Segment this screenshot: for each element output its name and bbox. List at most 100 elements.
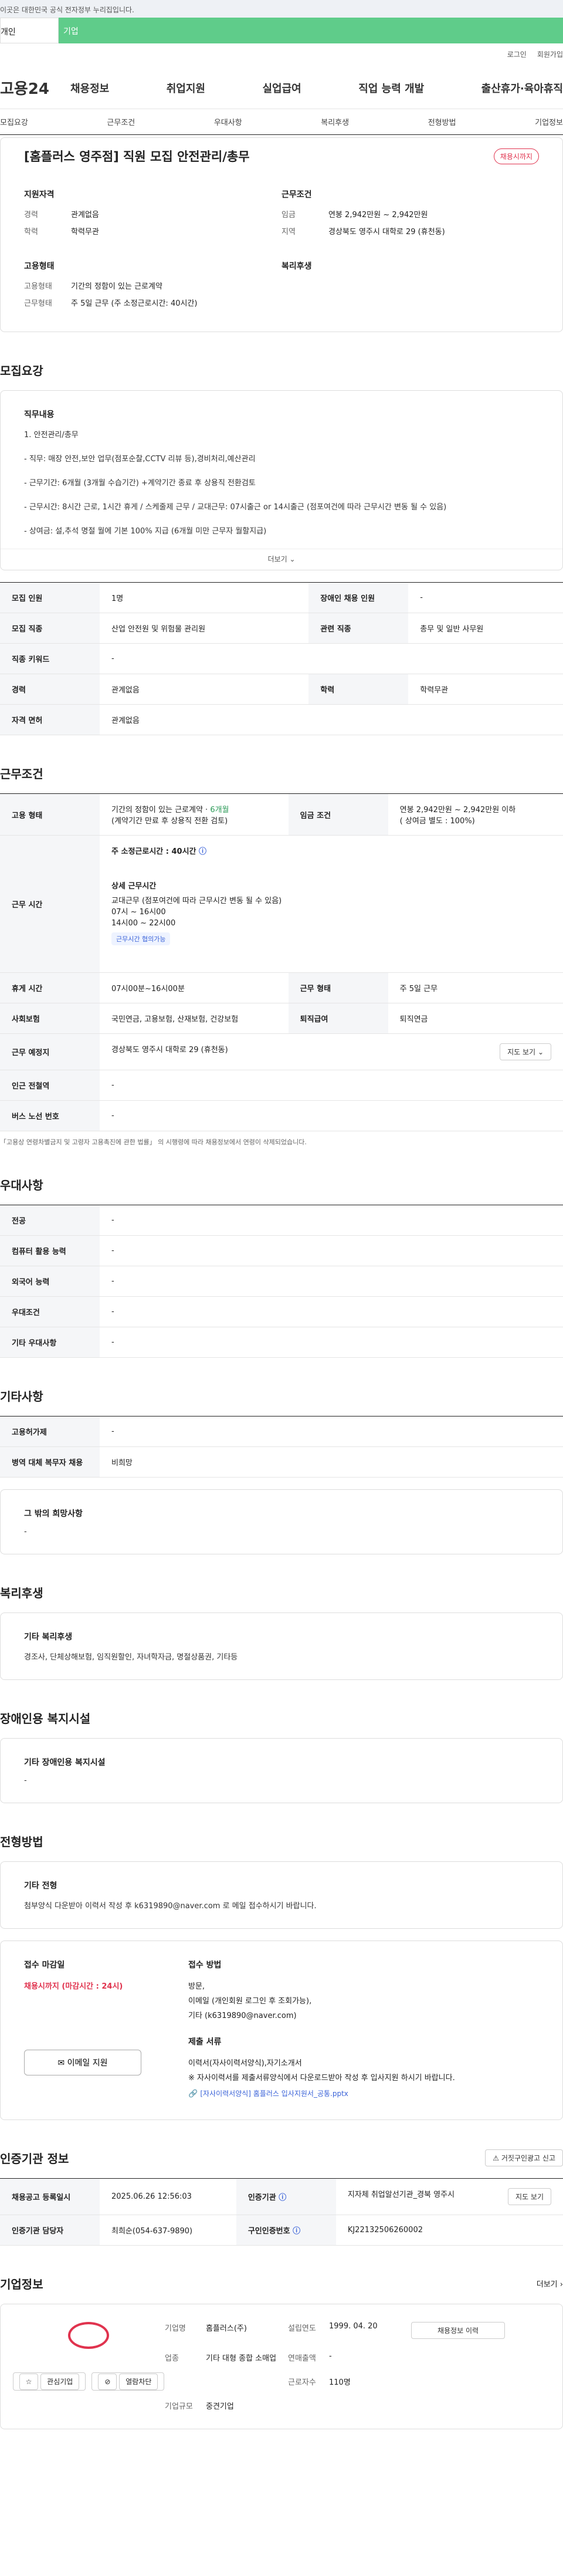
block-label: 열람차단 [119, 2374, 158, 2390]
tab-company[interactable]: 기업 [59, 18, 563, 43]
qualification-summary: 지원자격 경력 관계없음 학력 학력무관 [24, 188, 282, 242]
gnb-item[interactable]: 출산휴가·육아휴직 [481, 80, 563, 96]
row-value: 연봉 2,942만원 ~ 2,942만원 이하 ( 상여금 별도 : 100%) [388, 793, 563, 836]
wish-box: 그 밖의 희망사항 - [0, 1489, 563, 1554]
box-title: 제출 서류 [188, 2037, 222, 2047]
anchor-item[interactable]: 근무조건 [107, 116, 135, 127]
detail-line: - 근무기간: 6개월 (3개월 수습기간) +계약기간 종료 후 상용직 전환… [24, 479, 256, 488]
box-value: 첨부양식 다운받아 이력서 작성 후 k6319890@naver.com 로 … [24, 1902, 317, 1911]
site-logo[interactable]: 고용24 [0, 77, 70, 99]
box-value: - [24, 1776, 27, 1785]
table-row: 고용허가제 - [0, 1416, 563, 1447]
section-title-selection: 전형방법 [0, 1835, 43, 1849]
report-button[interactable]: ⚠ 거짓구인광고 신고 [485, 2149, 563, 2166]
section-title-disability: 장애인용 복지시설 [0, 1712, 91, 1726]
table-row: 모집 인원 1명 장애인 채용 인원 - [0, 582, 563, 613]
value-subtitle: 상세 근무시간 [111, 882, 157, 891]
block-button[interactable]: ⊘ 열람차단 [91, 2372, 165, 2391]
gnb-item[interactable]: 취업지원 [167, 80, 205, 96]
table-row: 전공 - [0, 1205, 563, 1236]
value: 연봉 2,942만원 ~ 2,942만원 [328, 211, 428, 219]
anchor-item[interactable]: 모집요강 [0, 116, 28, 127]
section-label: 복리후생 [282, 262, 312, 271]
history-button[interactable]: 채용정보 이력 [411, 2322, 505, 2339]
value: 110명 [329, 2378, 351, 2387]
box-title: 그 밖의 희망사항 [24, 1509, 83, 1519]
label: 임금 [282, 211, 296, 219]
anchor-nav: 모집요강 근무조건 우대사항 복리후생 전형방법 기업정보 [0, 109, 563, 135]
anchor-item[interactable]: 우대사항 [214, 116, 242, 127]
detail-line: - 직무: 매장 안전,보안 업무(점포순찰,CCTV 리뷰 등),경비처리,예… [24, 455, 256, 464]
map-button[interactable]: 지도 보기 [508, 2188, 551, 2205]
tab-personal[interactable]: 개인 [0, 18, 59, 43]
favorite-button[interactable]: ☆ 관심기업 [12, 2372, 86, 2391]
row-label: 인증기관 담당자 [0, 2215, 100, 2246]
value-text: 14시00 ~ 22시00 [111, 919, 176, 928]
row-label: 인근 전철역 [0, 1070, 100, 1101]
row-value: 1명 [100, 582, 309, 613]
label: 연매출액 [288, 2354, 316, 2363]
info-icon[interactable]: ⓘ [279, 2193, 286, 2202]
table-row: 인증기관 담당자 최희순(054-637-9890) 구인인증번호 ⓘ KJ22… [0, 2215, 563, 2246]
company-info: 기업명 홈플러스(주) 설립연도 1999. 04. 20 채용정보 이력 업종 기타… [165, 2322, 551, 2411]
label: 고용형태 [24, 282, 52, 291]
anchor-item[interactable]: 전형방법 [428, 116, 456, 127]
signup-link[interactable]: 회원가입 [537, 50, 563, 59]
anchor-item[interactable]: 기업정보 [535, 116, 563, 127]
table-row: 근무 시간 주 소정근로시간 : 40시간 ⓘ 상세 근무시간 교대근무 (점포… [0, 835, 563, 973]
row-label: 외국어 능력 [0, 1266, 100, 1297]
row-label: 근무 형태 [288, 972, 388, 1003]
row-value: 07시00분~16시00분 [100, 972, 289, 1003]
label: 근로자수 [288, 2378, 316, 2387]
email-apply-button[interactable]: ✉ 이메일 지원 [24, 2050, 141, 2075]
row-label: 인증기관 ⓘ [236, 2178, 336, 2215]
report-label: 거짓구인광고 신고 [501, 2154, 555, 2162]
section-title-conditions: 근무조건 [0, 767, 43, 781]
row-value: 기간의 정함이 있는 근로계약 · 6개월 (계약기간 만료 후 상용직 전환 검… [100, 793, 289, 836]
welfare-summary: 복리후생 [282, 260, 539, 314]
row-value: - [100, 1205, 563, 1236]
label-text: 구인인증번호 [247, 2227, 290, 2236]
more-button[interactable]: 더보기 ⌄ [1, 549, 562, 570]
value-text: 07시 ~ 16시00 [111, 908, 166, 917]
link-icon: 🔗 [188, 2090, 198, 2098]
selection-box: 기타 전형 첨부양식 다운받아 이력서 작성 후 k6319890@naver.… [0, 1861, 563, 1929]
login-link[interactable]: 로그인 [507, 50, 527, 59]
docs-line: ※ 자사이력서를 제출서류양식에서 다운로드받아 작성 후 입사지원 하시기 바… [188, 2074, 455, 2083]
row-label: 근무 예정지 [0, 1033, 100, 1070]
map-button[interactable]: 지도 보기 ⌄ [500, 1043, 551, 1060]
apply-card: 접수 마감일 채용시까지 (마감시간 : 24시) ✉ 이메일 지원 접수 방법… [0, 1941, 563, 2120]
row-label: 사회보험 [0, 1003, 100, 1034]
box-title: 접수 방법 [188, 1960, 222, 1970]
row-value: 학력무관 [408, 674, 563, 705]
job-title: [홈플러스 영주점] 직원 모집 안전관리/총무 [24, 150, 250, 164]
detail-title: 직무내용 [24, 410, 55, 420]
row-value: - [100, 1100, 563, 1131]
more-label: 더보기 [536, 2280, 558, 2289]
section-label: 근무조건 [282, 190, 312, 200]
gnb-item[interactable]: 실업급여 [263, 80, 301, 96]
box-title: 기타 전형 [24, 1881, 57, 1891]
value-text: (계약기간 만료 후 상용직 전환 검토) [111, 817, 228, 826]
anchor-item[interactable]: 복리후생 [321, 116, 349, 127]
row-label: 장애인 채용 인원 [308, 582, 409, 613]
label: 설립연도 [288, 2324, 316, 2333]
row-value: 비희망 [100, 1446, 563, 1478]
row-value: 경상북도 영주시 대학로 29 (휴천동) 지도 보기 ⌄ [100, 1033, 563, 1070]
info-icon[interactable]: ⓘ [293, 2227, 300, 2236]
attachment-link[interactable]: [자사이력서양식] 홈플러스 입사지원서_공통.pptx [200, 2090, 348, 2098]
value-text: 경상북도 영주시 대학로 29 (휴천동) [111, 1046, 228, 1054]
section-title-company: 기업정보 [0, 2277, 43, 2291]
gov-banner: 이곳은 대한민국 공식 전자정부 누리집입니다. [0, 0, 563, 18]
value: 기간의 정함이 있는 근로계약 [71, 282, 162, 291]
block-icon: ⊘ [98, 2374, 117, 2390]
box-title: 기타 장애인용 복지시설 [24, 1758, 106, 1767]
chevron-right-icon: › [559, 2280, 563, 2289]
label: 기업규모 [165, 2402, 193, 2411]
company-more-link[interactable]: 더보기 › [537, 2278, 563, 2289]
row-label: 우대조건 [0, 1296, 100, 1327]
gnb-item[interactable]: 채용정보 [70, 80, 109, 96]
info-icon[interactable]: ⓘ [199, 847, 206, 856]
table-row: 병역 대체 복무자 채용 비희망 [0, 1446, 563, 1478]
gnb-item[interactable]: 직업 능력 개발 [358, 80, 424, 96]
